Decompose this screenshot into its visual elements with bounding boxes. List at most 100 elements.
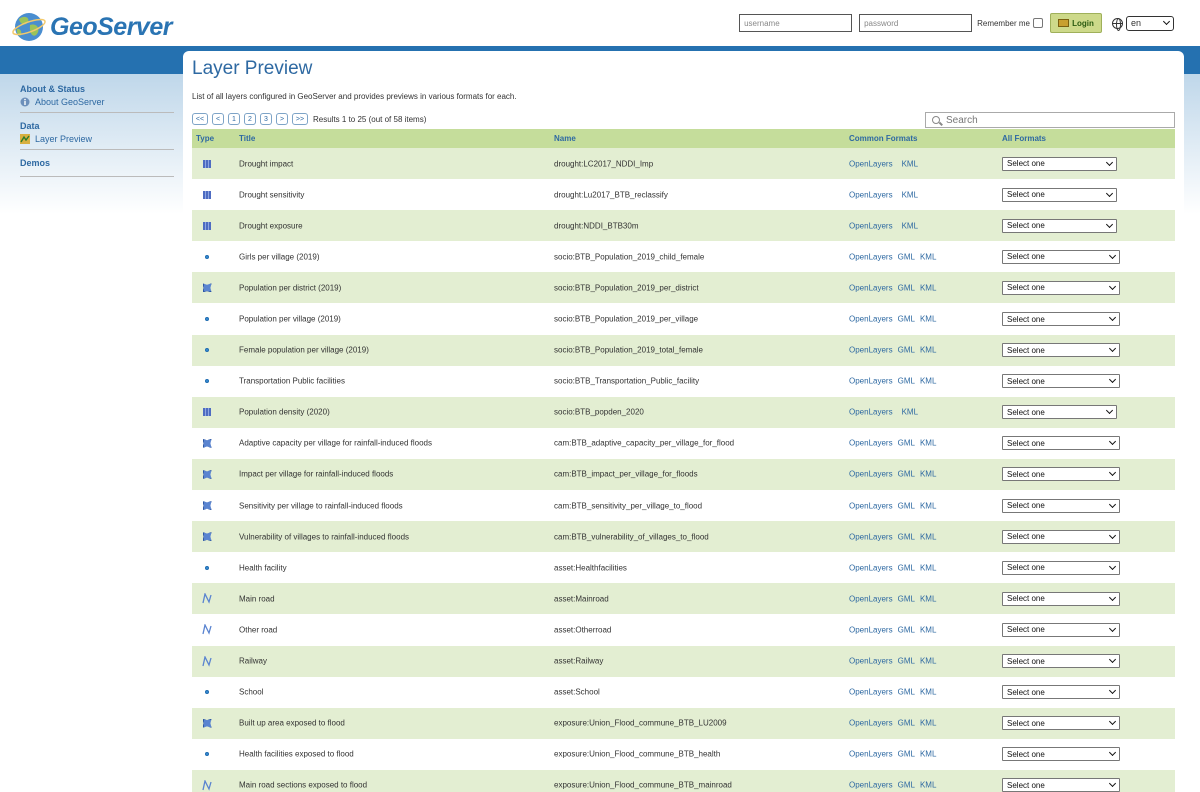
format-link-kml[interactable]: KML: [902, 190, 918, 199]
format-link-gml[interactable]: GML: [898, 719, 915, 728]
all-formats-select[interactable]: Select one: [1002, 591, 1120, 606]
format-link-openlayers[interactable]: OpenLayers: [849, 688, 893, 697]
all-formats-select[interactable]: Select one: [1002, 436, 1120, 451]
remember-me[interactable]: Remember me: [977, 18, 1043, 28]
all-formats-select[interactable]: Select one: [1002, 187, 1117, 202]
format-link-openlayers[interactable]: OpenLayers: [849, 315, 893, 324]
format-link-openlayers[interactable]: OpenLayers: [849, 283, 893, 292]
sidebar-item-demos[interactable]: Demos: [20, 154, 174, 176]
page-2-button[interactable]: 2: [244, 113, 256, 125]
format-link-openlayers[interactable]: OpenLayers: [849, 408, 893, 417]
format-link-kml[interactable]: KML: [920, 501, 936, 510]
format-link-gml[interactable]: GML: [898, 315, 915, 324]
format-link-openlayers[interactable]: OpenLayers: [849, 781, 893, 790]
format-link-openlayers[interactable]: OpenLayers: [849, 190, 893, 199]
format-link-kml[interactable]: KML: [920, 283, 936, 292]
format-link-kml[interactable]: KML: [920, 563, 936, 572]
format-link-openlayers[interactable]: OpenLayers: [849, 750, 893, 759]
password-input[interactable]: [859, 14, 973, 32]
format-link-kml[interactable]: KML: [920, 470, 936, 479]
all-formats-select[interactable]: Select one: [1002, 498, 1120, 513]
format-link-openlayers[interactable]: OpenLayers: [849, 532, 893, 541]
format-link-gml[interactable]: GML: [898, 439, 915, 448]
column-header-title[interactable]: Title: [239, 134, 255, 143]
page-3-button[interactable]: 3: [260, 113, 272, 125]
page-1-button[interactable]: 1: [228, 113, 240, 125]
format-link-kml[interactable]: KML: [902, 221, 918, 230]
format-link-kml[interactable]: KML: [920, 439, 936, 448]
all-formats-select[interactable]: Select one: [1002, 716, 1120, 731]
format-link-kml[interactable]: KML: [920, 252, 936, 261]
all-formats-select[interactable]: Select one: [1002, 467, 1120, 482]
format-link-gml[interactable]: GML: [898, 252, 915, 261]
format-link-gml[interactable]: GML: [898, 346, 915, 355]
all-formats-select[interactable]: Select one: [1002, 249, 1120, 264]
all-formats-select[interactable]: Select one: [1002, 560, 1120, 575]
format-link-openlayers[interactable]: OpenLayers: [849, 470, 893, 479]
format-link-openlayers[interactable]: OpenLayers: [849, 439, 893, 448]
format-link-gml[interactable]: GML: [898, 688, 915, 697]
prev-page-button[interactable]: <: [212, 113, 224, 125]
all-formats-select[interactable]: Select one: [1002, 747, 1120, 762]
format-link-kml[interactable]: KML: [920, 719, 936, 728]
last-page-button[interactable]: >>: [292, 113, 308, 125]
format-link-openlayers[interactable]: OpenLayers: [849, 501, 893, 510]
format-link-openlayers[interactable]: OpenLayers: [849, 563, 893, 572]
remember-me-checkbox[interactable]: [1033, 18, 1043, 28]
format-link-gml[interactable]: GML: [898, 657, 915, 666]
next-page-button[interactable]: >: [276, 113, 288, 125]
sidebar-item-layer-preview[interactable]: Layer Preview: [20, 131, 174, 149]
format-link-kml[interactable]: KML: [920, 377, 936, 386]
format-link-gml[interactable]: GML: [898, 594, 915, 603]
language-select[interactable]: en: [1126, 15, 1174, 31]
format-link-gml[interactable]: GML: [898, 625, 915, 634]
format-link-kml[interactable]: KML: [920, 657, 936, 666]
format-link-openlayers[interactable]: OpenLayers: [849, 159, 893, 168]
format-link-openlayers[interactable]: OpenLayers: [849, 657, 893, 666]
all-formats-select[interactable]: Select one: [1002, 405, 1117, 420]
all-formats-select[interactable]: Select one: [1002, 280, 1120, 295]
format-link-gml[interactable]: GML: [898, 470, 915, 479]
format-link-openlayers[interactable]: OpenLayers: [849, 377, 893, 386]
format-link-kml[interactable]: KML: [920, 781, 936, 790]
format-link-kml[interactable]: KML: [920, 625, 936, 634]
format-link-gml[interactable]: GML: [898, 532, 915, 541]
format-link-openlayers[interactable]: OpenLayers: [849, 719, 893, 728]
format-link-gml[interactable]: GML: [898, 781, 915, 790]
login-button[interactable]: Login: [1050, 13, 1102, 33]
format-link-openlayers[interactable]: OpenLayers: [849, 346, 893, 355]
format-link-kml[interactable]: KML: [920, 594, 936, 603]
format-link-gml[interactable]: GML: [898, 750, 915, 759]
format-link-kml[interactable]: KML: [920, 315, 936, 324]
all-formats-select[interactable]: Select one: [1002, 156, 1117, 171]
all-formats-select[interactable]: Select one: [1002, 312, 1120, 327]
format-link-openlayers[interactable]: OpenLayers: [849, 221, 893, 230]
all-formats-select[interactable]: Select one: [1002, 622, 1120, 637]
all-formats-select[interactable]: Select one: [1002, 778, 1120, 792]
column-header-type[interactable]: Type: [196, 134, 214, 143]
geoserver-logo[interactable]: GeoServer: [10, 11, 172, 43]
all-formats-select[interactable]: Select one: [1002, 529, 1120, 544]
sidebar-item-about-geoserver[interactable]: About GeoServer: [20, 94, 174, 112]
format-link-kml[interactable]: KML: [920, 750, 936, 759]
all-formats-select[interactable]: Select one: [1002, 685, 1120, 700]
format-link-kml[interactable]: KML: [902, 408, 918, 417]
username-input[interactable]: [739, 14, 853, 32]
format-link-gml[interactable]: GML: [898, 377, 915, 386]
format-link-kml[interactable]: KML: [902, 159, 918, 168]
all-formats-select[interactable]: Select one: [1002, 654, 1120, 669]
column-header-name[interactable]: Name: [554, 134, 576, 143]
all-formats-select[interactable]: Select one: [1002, 343, 1120, 358]
format-link-openlayers[interactable]: OpenLayers: [849, 625, 893, 634]
format-link-openlayers[interactable]: OpenLayers: [849, 594, 893, 603]
format-link-kml[interactable]: KML: [920, 346, 936, 355]
format-link-gml[interactable]: GML: [898, 501, 915, 510]
format-link-kml[interactable]: KML: [920, 532, 936, 541]
format-link-kml[interactable]: KML: [920, 688, 936, 697]
format-link-gml[interactable]: GML: [898, 563, 915, 572]
format-link-openlayers[interactable]: OpenLayers: [849, 252, 893, 261]
search-input[interactable]: Search: [925, 112, 1175, 128]
format-link-gml[interactable]: GML: [898, 283, 915, 292]
all-formats-select[interactable]: Select one: [1002, 374, 1120, 389]
first-page-button[interactable]: <<: [192, 113, 208, 125]
